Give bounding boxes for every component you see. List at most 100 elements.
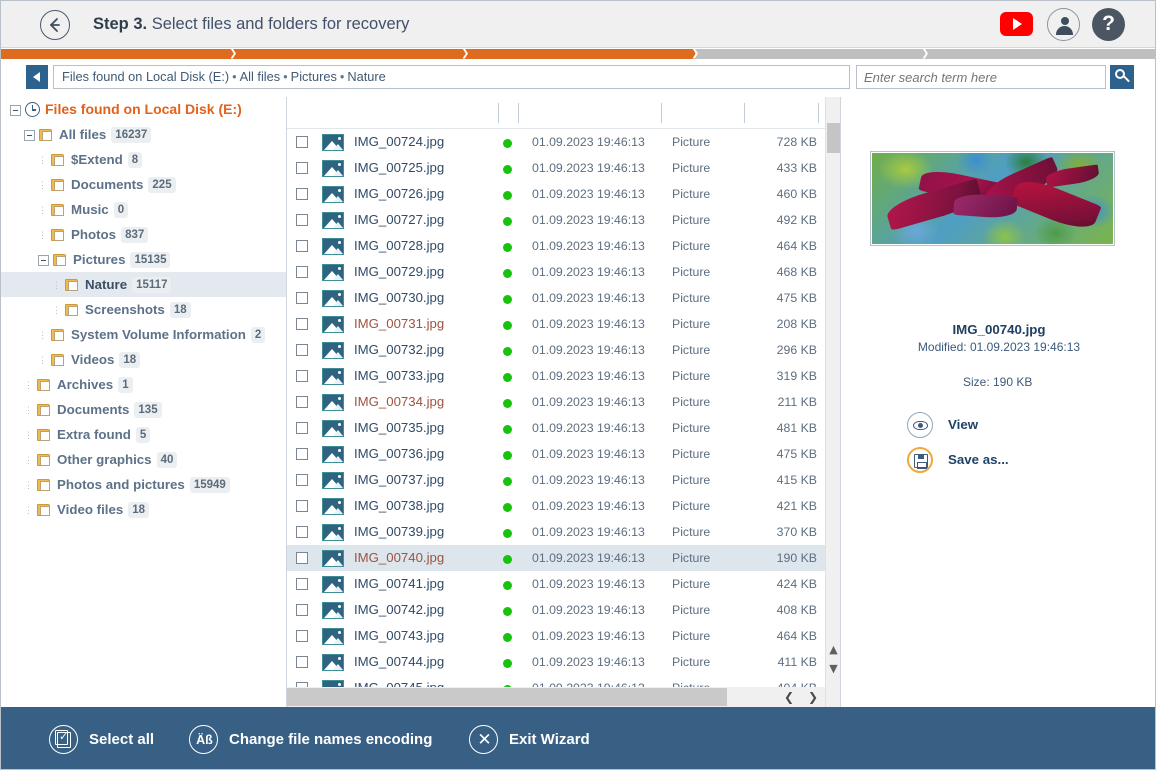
table-row[interactable]: IMG_00736.jpg 01.09.2023 19:46:13 Picture 4… — [287, 441, 825, 467]
table-row[interactable]: IMG_00743.jpg 01.09.2023 19:46:13 Picture 4… — [287, 623, 825, 649]
row-checkbox[interactable] — [296, 578, 308, 590]
table-row[interactable]: IMG_00740.jpg 01.09.2023 19:46:13 Picture 1… — [287, 545, 825, 571]
tree-item-music[interactable]: ⋮ Music 0 — [1, 197, 286, 222]
scroll-down-icon[interactable]: ▼ — [826, 660, 840, 677]
row-checkbox[interactable] — [296, 604, 308, 616]
vertical-scrollbar[interactable]: ▲ ▼ — [825, 97, 840, 707]
tree-connector-dots: ⋮ — [52, 304, 62, 315]
row-checkbox[interactable] — [296, 214, 308, 226]
breadcrumb-part[interactable]: Nature — [347, 69, 385, 84]
tree-item-count: 1 — [118, 377, 133, 393]
tree-item-photos[interactable]: ⋮ Photos 837 — [1, 222, 286, 247]
file-date: 01.09.2023 19:46:13 — [532, 395, 645, 409]
file-list-column-headers[interactable] — [287, 97, 825, 129]
tree-item-system-volume-information[interactable]: ⋮ System Volume Information 2 — [1, 322, 286, 347]
scroll-up-icon[interactable]: ▲ — [826, 641, 840, 658]
user-account-icon[interactable] — [1047, 8, 1080, 41]
breadcrumb-part[interactable]: All files — [240, 69, 281, 84]
view-button[interactable]: View — [907, 412, 1107, 438]
breadcrumb-back-button[interactable] — [26, 65, 48, 89]
row-checkbox[interactable] — [296, 396, 308, 408]
table-row[interactable]: IMG_00725.jpg 01.09.2023 19:46:13 Picture 4… — [287, 155, 825, 181]
tree-toggle-icon[interactable] — [24, 129, 35, 141]
column-divider-2[interactable] — [518, 103, 519, 123]
tree-toggle-icon[interactable] — [10, 104, 21, 116]
save-as-button[interactable]: Save as... — [907, 447, 1107, 473]
vertical-scrollbar-thumb[interactable] — [827, 123, 840, 153]
tree-item-screenshots[interactable]: ⋮ Screenshots 18 — [1, 297, 286, 322]
breadcrumb[interactable]: Files found on Local Disk (E:) • All files… — [53, 65, 850, 89]
table-row[interactable]: IMG_00732.jpg 01.09.2023 19:46:13 Picture 2… — [287, 337, 825, 363]
row-checkbox[interactable] — [296, 422, 308, 434]
help-icon[interactable]: ? — [1092, 8, 1125, 41]
folder-tree[interactable]: Files found on Local Disk (E:) All files 1… — [1, 97, 286, 707]
column-divider-3[interactable] — [661, 103, 662, 123]
tree-item-photos-and-pictures[interactable]: ⋮ Photos and pictures 15949 — [1, 472, 286, 497]
row-checkbox[interactable] — [296, 292, 308, 304]
search-button[interactable] — [1110, 65, 1134, 89]
column-divider-1[interactable] — [498, 103, 499, 123]
row-checkbox[interactable] — [296, 266, 308, 278]
tree-item-pictures[interactable]: Pictures 15135 — [1, 247, 286, 272]
row-checkbox[interactable] — [296, 344, 308, 356]
breadcrumb-part[interactable]: Pictures — [291, 69, 337, 84]
file-rows: IMG_00724.jpg 01.09.2023 19:46:13 Picture 7… — [287, 129, 825, 701]
table-row[interactable]: IMG_00731.jpg 01.09.2023 19:46:13 Picture 2… — [287, 311, 825, 337]
row-checkbox[interactable] — [296, 552, 308, 564]
tree-item-video-files[interactable]: ⋮ Video files 18 — [1, 497, 286, 522]
tree-item-root[interactable]: Files found on Local Disk (E:) — [1, 97, 286, 122]
table-row[interactable]: IMG_00728.jpg 01.09.2023 19:46:13 Picture 4… — [287, 233, 825, 259]
row-checkbox[interactable] — [296, 188, 308, 200]
row-checkbox[interactable] — [296, 656, 308, 668]
row-checkbox[interactable] — [296, 630, 308, 642]
column-divider-5[interactable] — [818, 103, 819, 123]
back-button[interactable] — [40, 10, 70, 40]
row-checkbox[interactable] — [296, 474, 308, 486]
table-row[interactable]: IMG_00744.jpg 01.09.2023 19:46:13 Picture 4… — [287, 649, 825, 675]
row-checkbox[interactable] — [296, 318, 308, 330]
scroll-left-icon[interactable]: ❮ — [779, 687, 799, 707]
row-checkbox[interactable] — [296, 500, 308, 512]
table-row[interactable]: IMG_00733.jpg 01.09.2023 19:46:13 Picture 3… — [287, 363, 825, 389]
search-icon-handle — [1123, 75, 1130, 83]
table-row[interactable]: IMG_00726.jpg 01.09.2023 19:46:13 Picture 4… — [287, 181, 825, 207]
table-row[interactable]: IMG_00735.jpg 01.09.2023 19:46:13 Picture 4… — [287, 415, 825, 441]
row-checkbox[interactable] — [296, 162, 308, 174]
row-checkbox[interactable] — [296, 136, 308, 148]
table-row[interactable]: IMG_00738.jpg 01.09.2023 19:46:13 Picture 4… — [287, 493, 825, 519]
tree-item-extra-found[interactable]: ⋮ Extra found 5 — [1, 422, 286, 447]
tree-toggle-icon[interactable] — [38, 254, 49, 266]
table-row[interactable]: IMG_00737.jpg 01.09.2023 19:46:13 Picture 4… — [287, 467, 825, 493]
table-row[interactable]: IMG_00742.jpg 01.09.2023 19:46:13 Picture 4… — [287, 597, 825, 623]
table-row[interactable]: IMG_00724.jpg 01.09.2023 19:46:13 Picture 7… — [287, 129, 825, 155]
table-row[interactable]: IMG_00730.jpg 01.09.2023 19:46:13 Picture 4… — [287, 285, 825, 311]
horizontal-scrollbar[interactable]: ❮ ❯ — [287, 687, 825, 707]
tree-item-documents[interactable]: ⋮ Documents 225 — [1, 172, 286, 197]
row-checkbox[interactable] — [296, 370, 308, 382]
tree-item--extend[interactable]: ⋮ $Extend 8 — [1, 147, 286, 172]
tree-item-documents[interactable]: ⋮ Documents 135 — [1, 397, 286, 422]
scroll-right-icon[interactable]: ❯ — [803, 687, 823, 707]
table-row[interactable]: IMG_00734.jpg 01.09.2023 19:46:13 Picture 2… — [287, 389, 825, 415]
tree-item-other-graphics[interactable]: ⋮ Other graphics 40 — [1, 447, 286, 472]
tree-item-videos[interactable]: ⋮ Videos 18 — [1, 347, 286, 372]
table-row[interactable]: IMG_00729.jpg 01.09.2023 19:46:13 Picture 4… — [287, 259, 825, 285]
table-row[interactable]: IMG_00727.jpg 01.09.2023 19:46:13 Picture 4… — [287, 207, 825, 233]
table-row[interactable]: IMG_00739.jpg 01.09.2023 19:46:13 Picture 3… — [287, 519, 825, 545]
status-indicator — [503, 659, 512, 668]
status-indicator — [503, 451, 512, 460]
search-input[interactable] — [856, 65, 1106, 89]
folder-icon — [51, 178, 66, 191]
row-checkbox[interactable] — [296, 240, 308, 252]
horizontal-scrollbar-thumb[interactable] — [287, 688, 727, 706]
tree-item-nature[interactable]: ⋮ Nature 15117 — [1, 272, 286, 297]
column-divider-4[interactable] — [744, 103, 745, 123]
row-checkbox[interactable] — [296, 448, 308, 460]
tree-item-all-files[interactable]: All files 16237 — [1, 122, 286, 147]
row-checkbox[interactable] — [296, 526, 308, 538]
breadcrumb-root[interactable]: Files found on Local Disk (E:) — [62, 69, 229, 84]
tree-item-archives[interactable]: ⋮ Archives 1 — [1, 372, 286, 397]
youtube-icon[interactable] — [1000, 12, 1033, 36]
preview-thumbnail[interactable] — [870, 151, 1115, 246]
table-row[interactable]: IMG_00741.jpg 01.09.2023 19:46:13 Picture 4… — [287, 571, 825, 597]
